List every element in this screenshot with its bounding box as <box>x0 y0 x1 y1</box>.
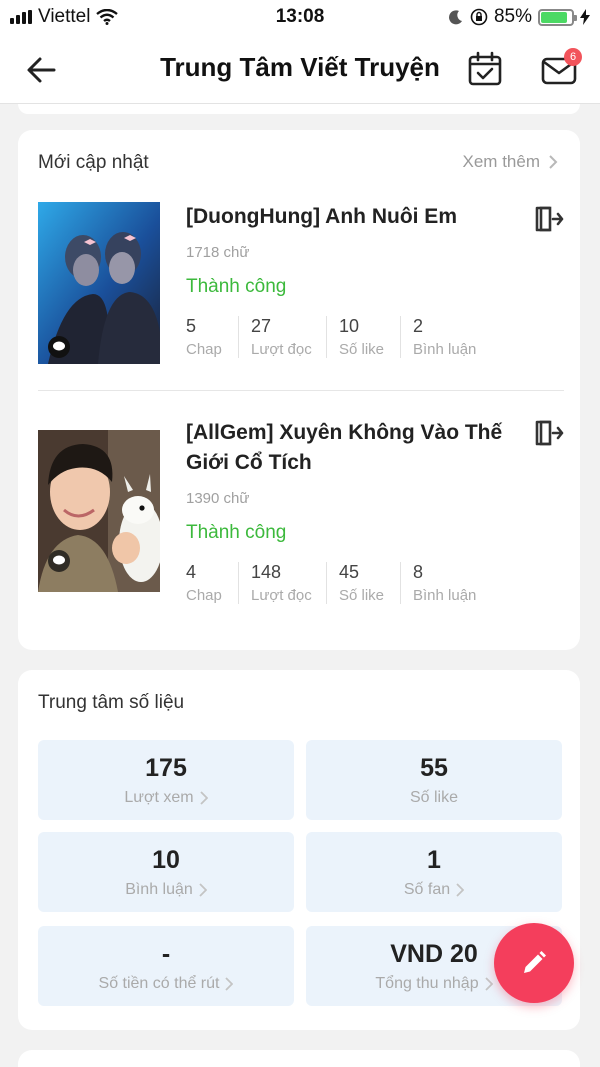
metric-label: Lượt đọc <box>251 587 312 604</box>
metric-chap: 4 Chap <box>186 562 238 604</box>
chevron-right-icon <box>225 977 234 991</box>
metric-value: 4 <box>186 562 197 582</box>
stat-tile-comments[interactable]: 10 Bình luận <box>38 832 294 912</box>
story-metrics: 4 Chap 148 Lượt đọc 45 Số like 8 Bình lu… <box>186 562 490 604</box>
stat-label-row: Số tiền có thể rút <box>38 975 294 993</box>
stat-tile-fans[interactable]: 1 Số fan <box>306 832 562 912</box>
previous-card-edge <box>18 104 580 114</box>
story-item[interactable]: [AllGem] Xuyên Không Vào Thế Giới Cổ Tíc… <box>38 418 564 604</box>
nav-bar: Trung Tâm Viết Truyện 6 <box>0 34 600 104</box>
chevron-right-icon <box>549 155 558 169</box>
metric-reads: 148 Lượt đọc <box>238 562 326 604</box>
exit-icon[interactable] <box>532 418 564 448</box>
story-status: Thành công <box>186 276 287 297</box>
exit-icon[interactable] <box>532 204 564 234</box>
stat-label: Bình luận <box>125 881 193 898</box>
battery-icon <box>538 8 577 26</box>
chevron-right-icon <box>456 883 465 897</box>
stat-value: 55 <box>420 754 448 782</box>
metric-reads: 27 Lượt đọc <box>238 316 326 358</box>
metric-label: Chap <box>186 587 222 604</box>
story-title: [AllGem] Xuyên Không Vào Thế Giới Cổ Tíc… <box>186 421 503 474</box>
stat-label: Số tiền có thể rút <box>98 975 220 992</box>
stat-label: Lượt xem <box>124 789 194 806</box>
battery-percent: 85% <box>493 6 532 27</box>
system-indicators: 85% <box>448 6 590 28</box>
metric-value: 10 <box>339 316 360 336</box>
story-status: Thành công <box>186 522 287 543</box>
page-title: Trung Tâm Viết Truyện <box>160 52 440 82</box>
metric-label: Bình luận <box>413 587 477 604</box>
stat-tile-withdrawable[interactable]: - Số tiền có thể rút <box>38 926 294 1006</box>
stat-tile-views[interactable]: 175 Lượt xem <box>38 740 294 820</box>
updates-title: Mới cập nhật <box>38 152 149 173</box>
metric-label: Số like <box>339 341 385 358</box>
chevron-right-icon <box>199 883 207 897</box>
stat-label: Số fan <box>403 881 451 898</box>
metric-comments: 8 Bình luận <box>400 562 490 604</box>
story-word-count: 1390 chữ <box>186 490 250 507</box>
stat-value: 10 <box>152 846 180 874</box>
metric-label: Số like <box>339 587 385 604</box>
chevron-right-icon <box>484 977 493 991</box>
pencil-icon <box>524 951 546 973</box>
mail-button[interactable]: 6 <box>540 48 582 88</box>
stats-title: Trung tâm số liệu <box>38 692 185 713</box>
stat-value: 175 <box>145 754 187 782</box>
story-metrics: 5 Chap 27 Lượt đọc 10 Số like 2 Bình luậ… <box>186 316 490 358</box>
stat-value: - <box>161 940 171 968</box>
metric-comments: 2 Bình luận <box>400 316 490 358</box>
metric-likes: 45 Số like <box>326 562 400 604</box>
metric-value: 45 <box>339 562 360 582</box>
stat-label-row: Lượt xem <box>38 789 294 807</box>
stat-label: Số like <box>409 789 459 806</box>
stat-label: Tổng thu nhập <box>375 975 479 992</box>
metric-label: Lượt đọc <box>251 341 312 358</box>
stat-label-row: Số like <box>306 789 562 807</box>
next-card-edge <box>18 1050 580 1067</box>
calendar-check-icon[interactable] <box>466 50 504 88</box>
divider <box>38 390 564 391</box>
story-cover-image <box>38 202 160 364</box>
charging-icon <box>580 9 590 25</box>
see-more-label: Xem thêm <box>462 152 540 171</box>
stat-label-row: Số fan <box>306 881 562 899</box>
mail-badge: 6 <box>564 48 582 66</box>
story-title: [DuongHung] Anh Nuôi Em <box>186 205 457 228</box>
stat-value: 1 <box>427 846 441 874</box>
stat-tile-likes: 55 Số like <box>306 740 562 820</box>
metric-value: 27 <box>251 316 272 336</box>
status-bar: Viettel 13:08 85% <box>0 0 600 34</box>
moon-icon <box>449 10 462 25</box>
updates-card: Mới cập nhật Xem thêm [DuongHung] Anh Nu… <box>18 130 580 650</box>
metric-chap: 5 Chap <box>186 316 238 358</box>
metric-value: 5 <box>186 316 197 336</box>
orientation-lock-icon <box>470 8 488 26</box>
see-more-link[interactable]: Xem thêm <box>463 152 558 172</box>
metric-value: 8 <box>413 562 424 582</box>
story-cover-image <box>38 430 160 592</box>
metric-likes: 10 Số like <box>326 316 400 358</box>
story-item[interactable]: [DuongHung] Anh Nuôi Em 1718 chữ Thành c… <box>38 202 564 366</box>
chevron-right-icon <box>199 791 208 805</box>
battery-fill <box>541 11 567 23</box>
write-fab-button[interactable] <box>494 923 574 1003</box>
metric-value: 148 <box>251 562 282 582</box>
metric-value: 2 <box>413 316 424 336</box>
metric-label: Chap <box>186 341 222 358</box>
stat-label-row: Bình luận <box>38 881 294 899</box>
story-word-count: 1718 chữ <box>186 244 250 261</box>
metric-label: Bình luận <box>413 341 477 358</box>
